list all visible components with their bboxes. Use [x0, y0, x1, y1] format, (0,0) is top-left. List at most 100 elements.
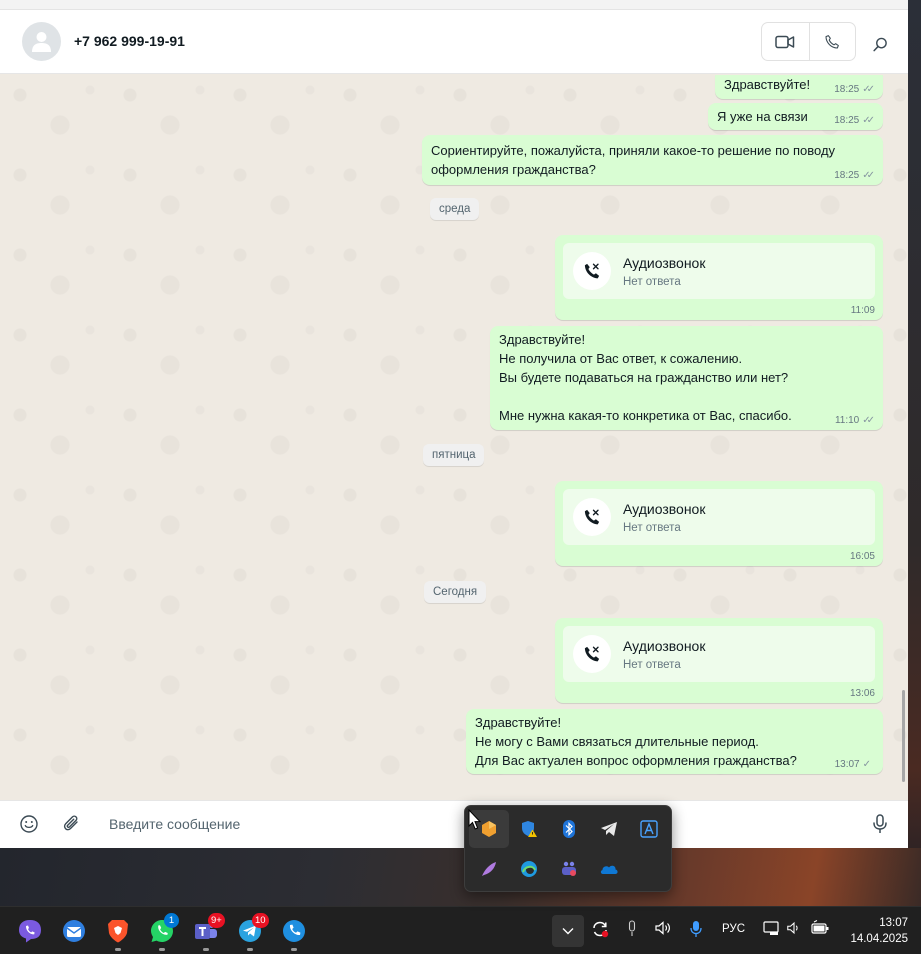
viber-icon: [19, 920, 41, 943]
message-meta: 13:07 ✓: [835, 759, 875, 770]
call-title: Аудиозвонок: [623, 501, 706, 517]
message-outgoing[interactable]: Здравствуйте! Не могу с Вами связаться д…: [466, 709, 883, 774]
taskbar-whatsapp[interactable]: 1: [144, 913, 180, 951]
tray-windows-security[interactable]: [509, 810, 549, 848]
tray-sound[interactable]: [786, 920, 802, 936]
tray-bluetooth[interactable]: [549, 810, 589, 848]
whatsapp-window: +7 962 999-19-91 Здравствуйте! 18:25 ✓✓ …: [0, 0, 908, 848]
voice-call-button[interactable]: [808, 23, 856, 60]
date-separator: пятница: [423, 444, 485, 466]
tray-keyboard-language[interactable]: [629, 810, 669, 848]
running-indicator: [203, 948, 209, 951]
double-check-icon: ✓✓: [862, 115, 875, 126]
input-language-indicator[interactable]: РУС: [722, 923, 745, 935]
message-time: 11:09: [850, 305, 875, 316]
message-text: Здравствуйте! Не могу с Вами связаться д…: [475, 715, 797, 768]
call-message[interactable]: Аудиозвонок Нет ответа 11:09: [555, 235, 883, 320]
windows-taskbar: 1 9+ 10 РУС 13:07 14.04.2025: [0, 906, 921, 954]
message-outgoing[interactable]: Здравствуйте! 18:25 ✓✓: [715, 75, 883, 99]
emoji-button[interactable]: [18, 813, 40, 840]
running-indicator: [159, 948, 165, 951]
notification-badge: 9+: [208, 913, 225, 928]
chat-header: +7 962 999-19-91: [0, 10, 908, 74]
cloud-icon: [600, 865, 618, 874]
video-camera-icon: [775, 35, 795, 48]
missed-call-icon: [584, 263, 600, 279]
call-status: Нет ответа: [623, 659, 681, 671]
call-card[interactable]: Аудиозвонок Нет ответа: [563, 626, 875, 682]
message-meta: 18:25 ✓✓: [834, 115, 875, 126]
tray-edge[interactable]: [509, 850, 549, 888]
show-hidden-icons-button[interactable]: [552, 915, 584, 947]
taskbar-phone-app[interactable]: [276, 913, 312, 951]
unread-badge: 10: [252, 913, 269, 928]
call-card[interactable]: Аудиозвонок Нет ответа: [563, 489, 875, 545]
message-outgoing[interactable]: Сориентируйте, пожалуйста, приняли какое…: [422, 135, 883, 185]
message-input[interactable]: [100, 809, 460, 839]
tray-telegram[interactable]: [589, 810, 629, 848]
message-outgoing[interactable]: Я уже на связи 18:25 ✓✓: [708, 103, 883, 130]
call-icon-circle: [573, 252, 611, 290]
missed-call-icon: [584, 509, 600, 525]
message-meta: 18:25 ✓✓: [834, 170, 875, 181]
tray-battery[interactable]: [810, 920, 830, 936]
paper-plane-icon: [601, 822, 617, 836]
call-title: Аудиозвонок: [623, 255, 706, 271]
message-time: 11:10: [834, 415, 860, 426]
call-message[interactable]: Аудиозвонок Нет ответа 16:05: [555, 481, 883, 566]
taskbar-brave[interactable]: [100, 913, 136, 951]
feather-icon: [482, 862, 496, 876]
system-clock[interactable]: 13:07 14.04.2025: [838, 915, 908, 947]
message-meta: 16:05: [850, 551, 875, 562]
attach-button[interactable]: [62, 813, 82, 840]
voice-message-button[interactable]: [871, 813, 889, 840]
running-indicator: [115, 948, 121, 951]
message-list[interactable]: Здравствуйте! 18:25 ✓✓ Я уже на связи 18…: [0, 75, 908, 800]
video-call-button[interactable]: [762, 23, 809, 60]
search-icon: [872, 37, 887, 51]
taskbar-viber[interactable]: [12, 913, 48, 949]
composer-bar: [0, 800, 908, 848]
tray-microphone[interactable]: [627, 920, 637, 938]
microphone-icon: [628, 920, 636, 936]
tray-teams[interactable]: [549, 850, 589, 888]
running-indicator: [291, 948, 297, 951]
call-card[interactable]: Аудиозвонок Нет ответа: [563, 243, 875, 299]
tray-onedrive[interactable]: [589, 850, 629, 888]
contact-name[interactable]: +7 962 999-19-91: [74, 33, 185, 49]
phone-app-icon: [283, 920, 305, 942]
tray-feather-app[interactable]: [469, 850, 509, 888]
taskbar-thunderbird[interactable]: [56, 913, 92, 949]
chat-scrollbar[interactable]: [902, 690, 905, 782]
sync-icon: [593, 921, 609, 938]
tray-network[interactable]: [762, 920, 780, 936]
avatar[interactable]: [22, 22, 61, 61]
message-time: 13:06: [849, 688, 875, 699]
double-check-icon: ✓✓: [862, 415, 875, 426]
message-time: 18:25: [834, 170, 860, 181]
message-text: Здравствуйте! Не получила от Вас ответ, …: [499, 332, 792, 423]
shield-warning-icon: [522, 821, 537, 837]
search-button[interactable]: [868, 32, 892, 56]
teams-icon: [562, 861, 576, 876]
message-outgoing[interactable]: Здравствуйте! Не получила от Вас ответ, …: [490, 326, 883, 430]
paperclip-icon: [63, 815, 78, 831]
call-message[interactable]: Аудиозвонок Нет ответа 13:06: [555, 618, 883, 703]
message-meta: 11:09: [851, 305, 875, 316]
call-buttons: [761, 22, 856, 61]
taskbar-teams[interactable]: 9+: [188, 913, 225, 951]
unread-badge: 1: [164, 913, 179, 928]
message-time: 13:07: [834, 759, 860, 770]
window-title-strip[interactable]: [0, 0, 908, 10]
message-text: Сориентируйте, пожалуйста, приняли какое…: [431, 143, 836, 177]
call-icon-circle: [573, 635, 611, 673]
clock-time: 13:07: [879, 917, 908, 929]
taskbar-telegram[interactable]: 10: [232, 913, 269, 951]
tray-voice-access[interactable]: [690, 920, 702, 938]
tray-sync[interactable]: [591, 920, 609, 938]
chevron-down-icon: [562, 928, 574, 935]
voice-microphone-icon: [690, 921, 702, 937]
thunderbird-icon: [63, 920, 85, 942]
message-time: 18:25: [834, 84, 860, 95]
tray-volume[interactable]: [654, 920, 672, 936]
